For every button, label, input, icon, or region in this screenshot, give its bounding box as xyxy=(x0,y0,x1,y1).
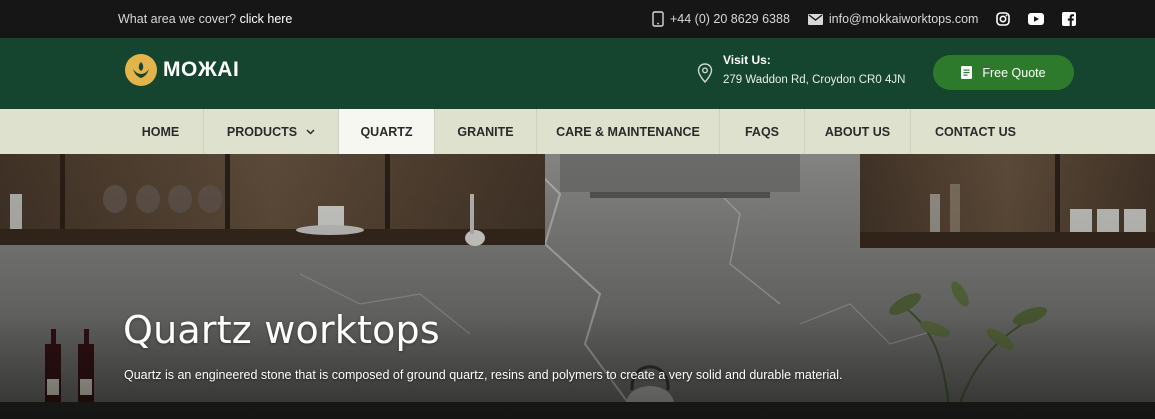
address-text: 279 Waddon Rd, Croydon CR0 4JN xyxy=(723,74,906,86)
phone-number[interactable]: +44 (0) 20 8629 6388 xyxy=(670,12,790,26)
nav-label: HOME xyxy=(141,124,180,139)
nav-label: ABOUT US xyxy=(824,124,891,139)
coverage-text: What area we cover? xyxy=(118,12,237,26)
facebook-icon[interactable] xyxy=(1062,12,1077,26)
visit-us-label: Visit Us: xyxy=(723,53,771,67)
nav-item-faqs[interactable]: FAQS xyxy=(720,109,805,154)
coverage-info: What area we cover? click here xyxy=(118,12,292,26)
visit-us-text: Visit Us: 279 Waddon Rd, Croydon CR0 4JN xyxy=(723,53,905,86)
top-bar: What area we cover? click here +44 (0) 2… xyxy=(0,0,1155,38)
site-logo[interactable]: MOЖAI xyxy=(125,54,239,86)
free-quote-label: Free Quote xyxy=(982,65,1046,80)
instagram-icon[interactable] xyxy=(996,12,1011,26)
nav-label: CONTACT US xyxy=(934,124,1016,139)
nav-label: QUARTZ xyxy=(360,124,413,139)
logo-emblem-icon xyxy=(125,54,157,86)
visit-us-block: Visit Us: 279 Waddon Rd, Croydon CR0 4JN xyxy=(697,53,905,86)
nav-label: FAQS xyxy=(744,124,780,139)
nav-item-care-maintenance[interactable]: CARE & MAINTENANCE xyxy=(537,109,720,154)
nav-item-about-us[interactable]: ABOUT US xyxy=(805,109,911,154)
contact-info: +44 (0) 20 8629 6388 info@mokkaiworktops… xyxy=(652,9,1077,29)
hero-banner: Quartz worktops Quartz is an engineered … xyxy=(0,154,1155,419)
location-pin-icon xyxy=(697,59,713,86)
phone-icon xyxy=(652,11,664,27)
nav-item-quartz[interactable]: QUARTZ xyxy=(339,109,435,154)
nav-label: PRODUCTS xyxy=(226,124,298,139)
logo-text: MOЖAI xyxy=(163,58,240,81)
nav-item-home[interactable]: HOME xyxy=(118,109,204,154)
nav-label: GRANITE xyxy=(457,124,514,139)
hero-title: Quartz worktops xyxy=(123,308,440,352)
nav-item-granite[interactable]: GRANITE xyxy=(435,109,537,154)
nav-label: CARE & MAINTENANCE xyxy=(556,124,700,139)
site-header: MOЖAI Visit Us: 279 Waddon Rd, Croydon C… xyxy=(0,38,1155,109)
coverage-link[interactable]: click here xyxy=(240,12,293,26)
mail-icon xyxy=(807,13,823,25)
chevron-down-icon xyxy=(306,128,315,135)
nav-item-contact-us[interactable]: CONTACT US xyxy=(911,109,1040,154)
youtube-icon[interactable] xyxy=(1028,13,1045,25)
nav-item-products[interactable]: PRODUCTS xyxy=(204,109,339,154)
main-navigation: HOME PRODUCTS QUARTZ GRANITE CARE & MAIN… xyxy=(0,109,1155,154)
document-icon xyxy=(961,66,973,79)
free-quote-button[interactable]: Free Quote xyxy=(933,55,1074,90)
email-address[interactable]: info@mokkaiworktops.com xyxy=(829,12,979,26)
hero-subtitle: Quartz is an engineered stone that is co… xyxy=(124,368,843,382)
